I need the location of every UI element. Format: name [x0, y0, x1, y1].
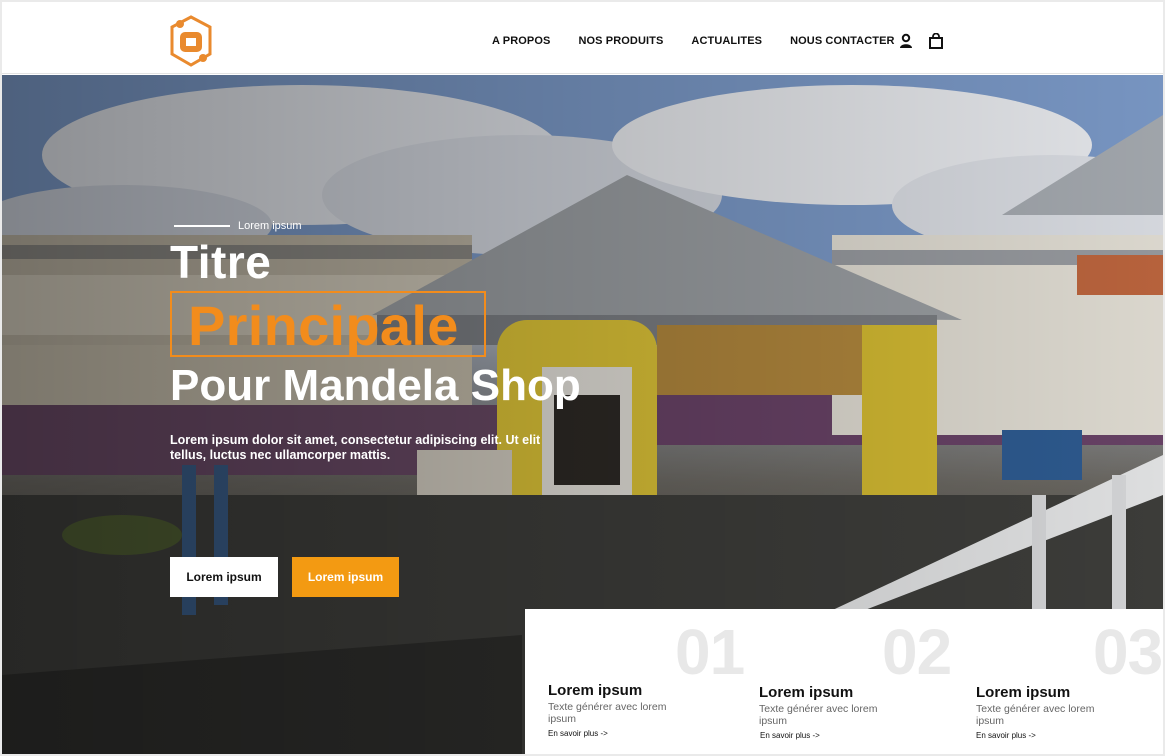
card-link[interactable]: En savoir plus -> — [976, 731, 1036, 740]
feature-cards: 01 Lorem ipsum Texte générer avec lorem … — [525, 609, 1163, 754]
feature-card-2: 02 Lorem ipsum Texte générer avec lorem … — [737, 609, 952, 754]
nav-nous-contacter[interactable]: NOUS CONTACTER — [790, 35, 894, 47]
card-number: 03 — [1093, 616, 1163, 688]
card-title: Lorem ipsum — [976, 684, 1071, 701]
hero-secondary-button[interactable]: Lorem ipsum — [292, 557, 399, 597]
hero-title-line3: Pour Mandela Shop — [170, 361, 581, 410]
hero-title-line2: Principale — [188, 294, 459, 357]
card-link[interactable]: En savoir plus -> — [760, 731, 820, 740]
card-number: 02 — [882, 616, 952, 688]
card-text: Texte générer avec lorem ipsum — [548, 701, 667, 725]
shopping-bag-icon[interactable] — [928, 32, 944, 49]
hero-primary-button[interactable]: Lorem ipsum — [170, 557, 278, 597]
feature-card-1: 01 Lorem ipsum Texte générer avec lorem … — [525, 609, 745, 754]
site-header: A PROPOS NOS PRODUITS ACTUALITES NOUS CO… — [2, 2, 1163, 74]
eyebrow-text: Lorem ipsum — [238, 220, 302, 232]
card-number: 01 — [675, 616, 745, 688]
user-icon[interactable] — [898, 33, 914, 49]
hero-title-line1: Titre — [170, 236, 272, 288]
main-nav: A PROPOS NOS PRODUITS ACTUALITES NOUS CO… — [492, 35, 923, 47]
hero-description: Lorem ipsum dolor sit amet, consectetur … — [170, 433, 541, 462]
nav-a-propos[interactable]: A PROPOS — [492, 35, 550, 47]
hero-eyebrow: Lorem ipsum — [174, 220, 302, 232]
card-text: Texte générer avec lorem ipsum — [759, 703, 878, 727]
card-link[interactable]: En savoir plus -> — [548, 729, 608, 738]
eyebrow-line — [174, 225, 230, 227]
card-title: Lorem ipsum — [759, 684, 854, 701]
card-title: Lorem ipsum — [548, 682, 643, 699]
card-text: Texte générer avec lorem ipsum — [976, 703, 1095, 727]
page: A PROPOS NOS PRODUITS ACTUALITES NOUS CO… — [0, 0, 1165, 756]
nav-nos-produits[interactable]: NOS PRODUITS — [578, 35, 663, 47]
nav-actualites[interactable]: ACTUALITES — [691, 35, 762, 47]
mandela-shop-logo[interactable] — [166, 14, 216, 68]
feature-card-3: 03 Lorem ipsum Texte générer avec lorem … — [953, 609, 1163, 754]
